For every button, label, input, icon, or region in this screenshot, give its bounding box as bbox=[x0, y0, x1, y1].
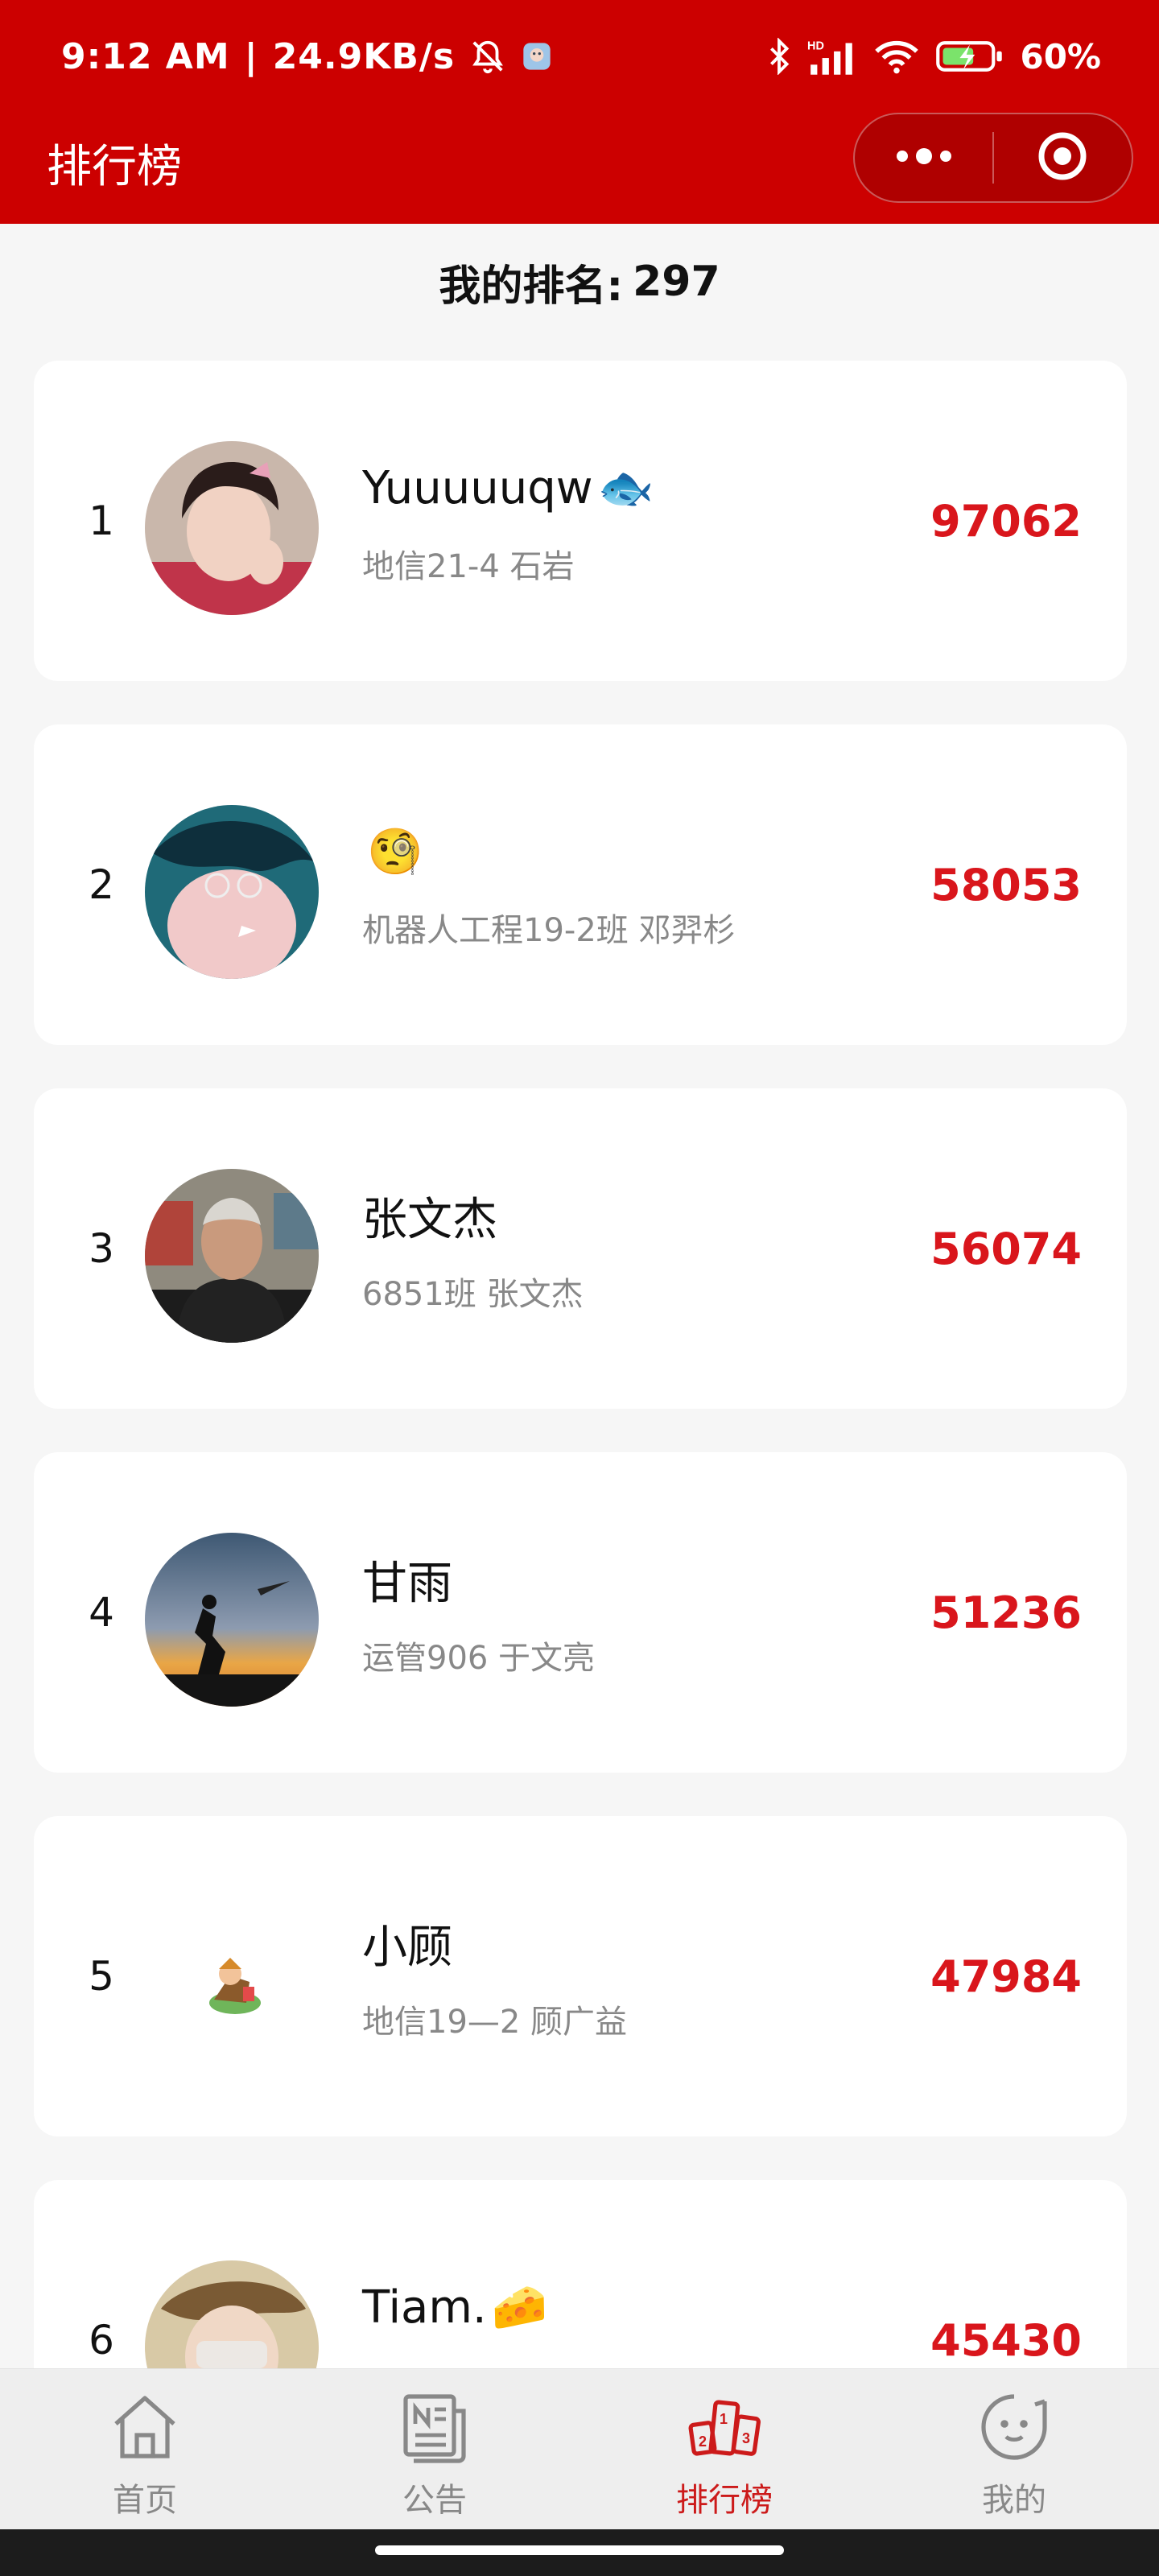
tab-mine[interactable]: 我的 bbox=[869, 2369, 1159, 2529]
score: 51236 bbox=[930, 1587, 1082, 1638]
user-name: 🧐 bbox=[362, 819, 423, 884]
wifi-icon bbox=[873, 38, 920, 75]
rank-card[interactable]: 1 Yuuuuuqw 🐟 地信21-4 石岩 97062 bbox=[34, 361, 1127, 681]
rank-number: 2 bbox=[89, 861, 114, 908]
status-left: 9:12 AM | 24.9KB/s bbox=[61, 31, 553, 82]
hd-signal-icon: HD bbox=[807, 38, 857, 75]
more-button[interactable] bbox=[855, 114, 992, 201]
home-icon bbox=[105, 2387, 185, 2467]
user-class: 地信19—2 顾广益 bbox=[362, 2004, 628, 2041]
avatar bbox=[145, 1533, 319, 1707]
user-name-emoji: 🧐 bbox=[367, 826, 423, 878]
score: 58053 bbox=[930, 859, 1082, 910]
rank-number: 1 bbox=[89, 497, 114, 544]
user-name: Tiam. 🧀 bbox=[362, 2275, 547, 2339]
my-rank-value: 297 bbox=[633, 258, 720, 306]
user-class: 运管906 于文亮 bbox=[362, 1640, 596, 1677]
rank-card[interactable]: 3 张文杰 6851班 张文杰 56074 bbox=[34, 1088, 1127, 1409]
navigation-bar bbox=[0, 2529, 1159, 2576]
rank-card[interactable]: 2 🧐 机器人工程19-2班 邓羿杉 58053 bbox=[34, 724, 1127, 1045]
tab-label: 公告 bbox=[402, 2482, 467, 2519]
user-class: 地信21-4 石岩 bbox=[362, 548, 575, 585]
avatar bbox=[145, 1169, 319, 1343]
user-class: 机器人工程19-2班 邓羿杉 bbox=[362, 912, 736, 949]
home-indicator[interactable] bbox=[375, 2545, 784, 2555]
svg-text:2: 2 bbox=[699, 2434, 707, 2450]
tab-label: 排行榜 bbox=[676, 2482, 773, 2519]
user-name: Yuuuuuqw 🐟 bbox=[362, 456, 654, 520]
avatar bbox=[145, 805, 319, 979]
user-name-emoji: 🐟 bbox=[597, 462, 654, 514]
page-title: 排行榜 bbox=[47, 141, 182, 193]
svg-text:3: 3 bbox=[742, 2430, 750, 2446]
user-name-text: 张文杰 bbox=[362, 1193, 497, 1246]
user-name-text: 小顾 bbox=[362, 1921, 452, 1974]
score: 97062 bbox=[930, 495, 1082, 547]
user-name-emoji: 🧀 bbox=[491, 2281, 548, 2334]
target-close-icon bbox=[1036, 130, 1089, 186]
title-bar: 排行榜 bbox=[0, 113, 1159, 224]
rank-card[interactable]: 4 甘雨 运管906 于文亮 51236 bbox=[34, 1452, 1127, 1773]
rank-number: 4 bbox=[89, 1589, 114, 1636]
podium-icon: 213 bbox=[684, 2387, 765, 2467]
tab-label: 首页 bbox=[113, 2482, 177, 2519]
user-name-text: Yuuuuuqw bbox=[362, 461, 593, 514]
status-bar: 9:12 AM | 24.9KB/s HD 60% bbox=[0, 0, 1159, 113]
tab-notice[interactable]: 公告 bbox=[290, 2369, 580, 2529]
user-name: 小顾 bbox=[362, 1911, 457, 1975]
rank-number: 5 bbox=[89, 1953, 114, 2000]
mini-program-capsule bbox=[853, 113, 1133, 203]
status-right: HD 60% bbox=[767, 31, 1101, 82]
status-separator: | bbox=[244, 35, 258, 77]
battery-charging-icon bbox=[936, 38, 1004, 75]
app-notification-icon bbox=[521, 40, 553, 72]
face-icon bbox=[974, 2387, 1054, 2467]
more-dots-icon bbox=[894, 147, 954, 169]
user-class: 6851班 张文杰 bbox=[362, 1276, 584, 1313]
close-button[interactable] bbox=[994, 114, 1132, 201]
user-name: 张文杰 bbox=[362, 1183, 502, 1248]
my-rank-label: 我的排名: bbox=[439, 262, 624, 311]
svg-text:1: 1 bbox=[720, 2411, 728, 2427]
status-net-speed: 24.9KB/s bbox=[272, 35, 456, 77]
svg-text:HD: HD bbox=[807, 40, 824, 53]
score: 56074 bbox=[930, 1223, 1082, 1274]
mute-bell-icon bbox=[469, 38, 506, 75]
user-name-text: Tiam. bbox=[362, 2281, 487, 2334]
status-time: 9:12 AM bbox=[61, 35, 230, 77]
battery-percent: 60% bbox=[1020, 36, 1101, 76]
rank-card[interactable]: 5 小顾 地信19—2 顾广益 47984 bbox=[34, 1816, 1127, 2136]
tab-label: 我的 bbox=[982, 2482, 1046, 2519]
rank-number: 3 bbox=[89, 1225, 114, 1272]
my-rank: 我的排名: 297 bbox=[0, 250, 1159, 314]
tab-ranking[interactable]: 213 排行榜 bbox=[580, 2369, 869, 2529]
score: 47984 bbox=[930, 1951, 1082, 2002]
avatar bbox=[145, 441, 319, 615]
user-name: 甘雨 bbox=[362, 1547, 457, 1612]
tab-bar: 首页 公告 213 排行榜 我的 bbox=[0, 2368, 1159, 2529]
avatar bbox=[145, 1897, 319, 2070]
user-name-text: 甘雨 bbox=[362, 1557, 452, 1610]
news-icon bbox=[394, 2387, 475, 2467]
bluetooth-icon bbox=[767, 38, 791, 75]
tab-home[interactable]: 首页 bbox=[0, 2369, 290, 2529]
top-bar: 9:12 AM | 24.9KB/s HD 60% 排行榜 bbox=[0, 0, 1159, 224]
